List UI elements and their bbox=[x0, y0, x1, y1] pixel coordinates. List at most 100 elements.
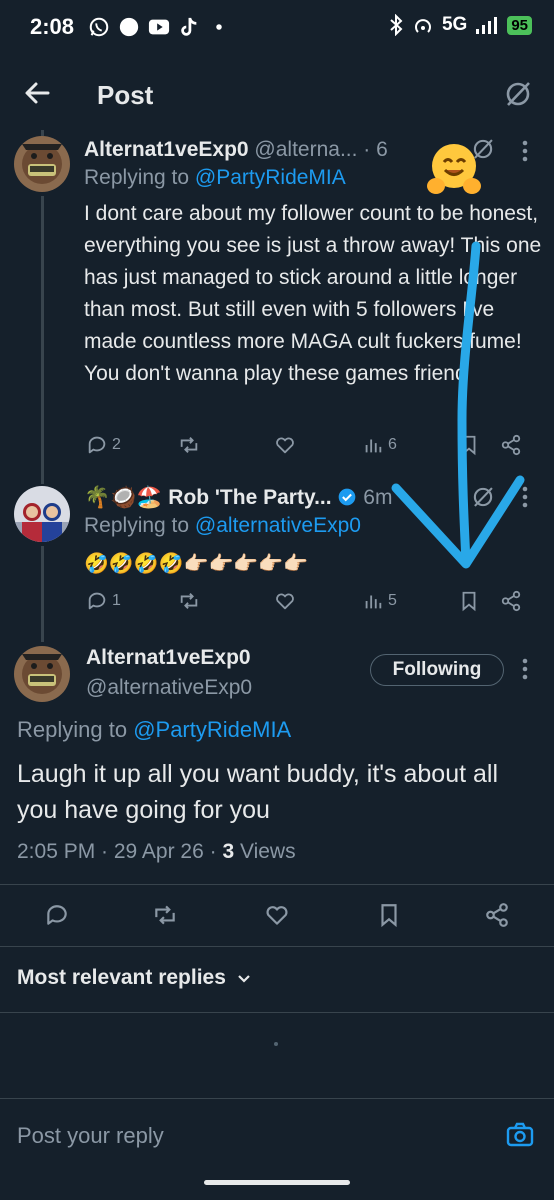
share-button[interactable] bbox=[500, 590, 522, 612]
whatsapp-icon bbox=[89, 17, 109, 37]
post-time: · 6 bbox=[363, 138, 388, 161]
replying-to: Replying to @PartyRideMIA bbox=[84, 166, 346, 190]
author-name[interactable]: Alternat1veExp0 bbox=[84, 138, 249, 161]
repost-icon bbox=[180, 593, 198, 609]
post-meta: 2:05 PM · 29 Apr 26 · 3 Views bbox=[17, 840, 296, 864]
views-button[interactable]: 6 bbox=[362, 434, 397, 456]
replying-label: Replying to bbox=[84, 166, 195, 189]
back-arrow-icon[interactable] bbox=[22, 78, 52, 108]
replying-to: Replying to @alternativeExp0 bbox=[84, 514, 361, 538]
main-post-actions bbox=[44, 902, 524, 932]
replying-to: Replying to @PartyRideMIA bbox=[17, 717, 291, 743]
reply-count: 1 bbox=[112, 592, 121, 609]
views-count[interactable]: 3 bbox=[222, 840, 234, 863]
grok-icon[interactable] bbox=[470, 484, 496, 510]
replies-sort-dropdown[interactable]: Most relevant replies bbox=[17, 966, 252, 990]
replying-to-link[interactable]: @PartyRideMIA bbox=[133, 717, 291, 742]
bookmark-icon bbox=[462, 591, 476, 612]
circle-icon bbox=[119, 17, 139, 37]
more-options-icon[interactable] bbox=[522, 486, 528, 508]
reply-composer[interactable]: Post your reply bbox=[0, 1098, 554, 1168]
divider bbox=[0, 884, 554, 885]
author-name[interactable]: Alternat1veExp0 bbox=[86, 646, 251, 670]
reply-icon bbox=[47, 905, 67, 925]
gesture-home-bar[interactable] bbox=[204, 1180, 350, 1185]
replying-to-link[interactable]: @alternativeExp0 bbox=[195, 514, 361, 537]
author-handle[interactable]: @alternativeExp0 bbox=[86, 676, 252, 700]
views-count: 5 bbox=[388, 592, 397, 609]
battery-level: 95 bbox=[507, 15, 532, 35]
repost-button[interactable] bbox=[178, 434, 200, 456]
thread-line bbox=[41, 196, 44, 484]
post-text: 🤣🤣🤣🤣👉🏻👉🏻👉🏻👉🏻👉🏻 bbox=[84, 553, 309, 575]
like-button[interactable] bbox=[264, 902, 290, 928]
heart-icon bbox=[276, 593, 294, 610]
page-title: Post bbox=[97, 80, 154, 110]
reply-button[interactable] bbox=[44, 902, 70, 928]
author-handle[interactable]: @alterna... bbox=[254, 138, 357, 161]
status-time: 2:08 bbox=[30, 14, 75, 39]
post-actions: 2 6 bbox=[86, 434, 526, 464]
reply-input[interactable]: Post your reply bbox=[17, 1123, 164, 1149]
notification-icons bbox=[88, 16, 230, 38]
reply-button[interactable]: 1 bbox=[86, 590, 121, 612]
avatar[interactable] bbox=[14, 486, 70, 542]
share-icon bbox=[501, 590, 521, 612]
verified-badge-icon bbox=[339, 488, 356, 506]
bookmark-button[interactable] bbox=[458, 434, 480, 456]
avatar[interactable] bbox=[14, 646, 70, 702]
more-options-icon[interactable] bbox=[522, 140, 528, 162]
chevron-down-icon bbox=[238, 975, 250, 983]
views-label: Views bbox=[234, 840, 296, 863]
views-icon bbox=[365, 439, 382, 453]
camera-icon[interactable] bbox=[506, 1121, 534, 1149]
thread-line bbox=[41, 546, 44, 642]
signal-icon bbox=[476, 17, 498, 34]
bluetooth-icon bbox=[390, 14, 403, 36]
post-timestamp: 2:05 PM · 29 Apr 26 · bbox=[17, 840, 223, 863]
grok-icon[interactable] bbox=[502, 78, 534, 110]
hotspot-icon bbox=[415, 19, 431, 33]
more-options-icon[interactable] bbox=[522, 658, 528, 680]
post-text: Laugh it up all you want buddy, it's abo… bbox=[17, 760, 499, 824]
repost-button[interactable] bbox=[152, 902, 178, 928]
like-button[interactable] bbox=[274, 590, 296, 612]
post-text: I dont care about my follower count to b… bbox=[84, 202, 542, 385]
replying-to-link[interactable]: @PartyRideMIA bbox=[195, 166, 346, 189]
repost-icon bbox=[180, 437, 198, 453]
following-button[interactable]: Following bbox=[370, 654, 504, 686]
repost-icon bbox=[155, 905, 175, 925]
divider bbox=[0, 946, 554, 947]
network-type: 5G bbox=[441, 14, 468, 35]
post-time: 6m bbox=[363, 486, 393, 509]
bookmark-button[interactable] bbox=[458, 590, 480, 612]
heart-icon bbox=[276, 437, 294, 454]
repost-button[interactable] bbox=[178, 590, 200, 612]
like-button[interactable] bbox=[274, 434, 296, 456]
avatar[interactable] bbox=[14, 136, 70, 192]
system-status: 5G 95 bbox=[388, 14, 532, 36]
bookmark-icon bbox=[462, 435, 476, 456]
reply-button[interactable]: 2 bbox=[86, 434, 121, 456]
views-button[interactable]: 5 bbox=[362, 590, 397, 612]
author-line: 🌴🥥🏖️ Rob 'The Party... 6m bbox=[84, 486, 392, 510]
dot-icon bbox=[216, 24, 222, 30]
replies-sort-label: Most relevant replies bbox=[17, 966, 226, 989]
post-actions: 1 5 bbox=[86, 590, 526, 620]
bookmark-button[interactable] bbox=[376, 902, 402, 928]
reply-count: 2 bbox=[112, 436, 121, 453]
loading-dot bbox=[274, 1042, 278, 1046]
author-line: Alternat1veExp0 @alterna... · 6 bbox=[84, 138, 388, 162]
replying-label: Replying to bbox=[84, 514, 195, 537]
youtube-icon bbox=[148, 19, 170, 35]
hugging-face-emoji-sticker bbox=[427, 144, 481, 194]
bookmark-icon bbox=[381, 904, 397, 928]
tiktok-icon bbox=[181, 17, 197, 36]
share-button[interactable] bbox=[484, 902, 510, 928]
divider bbox=[0, 1012, 554, 1013]
share-icon bbox=[486, 903, 508, 927]
views-count: 6 bbox=[388, 436, 397, 453]
share-button[interactable] bbox=[500, 434, 522, 456]
author-name[interactable]: 🌴🥥🏖️ Rob 'The Party... bbox=[84, 486, 332, 509]
reply-icon bbox=[88, 592, 106, 610]
